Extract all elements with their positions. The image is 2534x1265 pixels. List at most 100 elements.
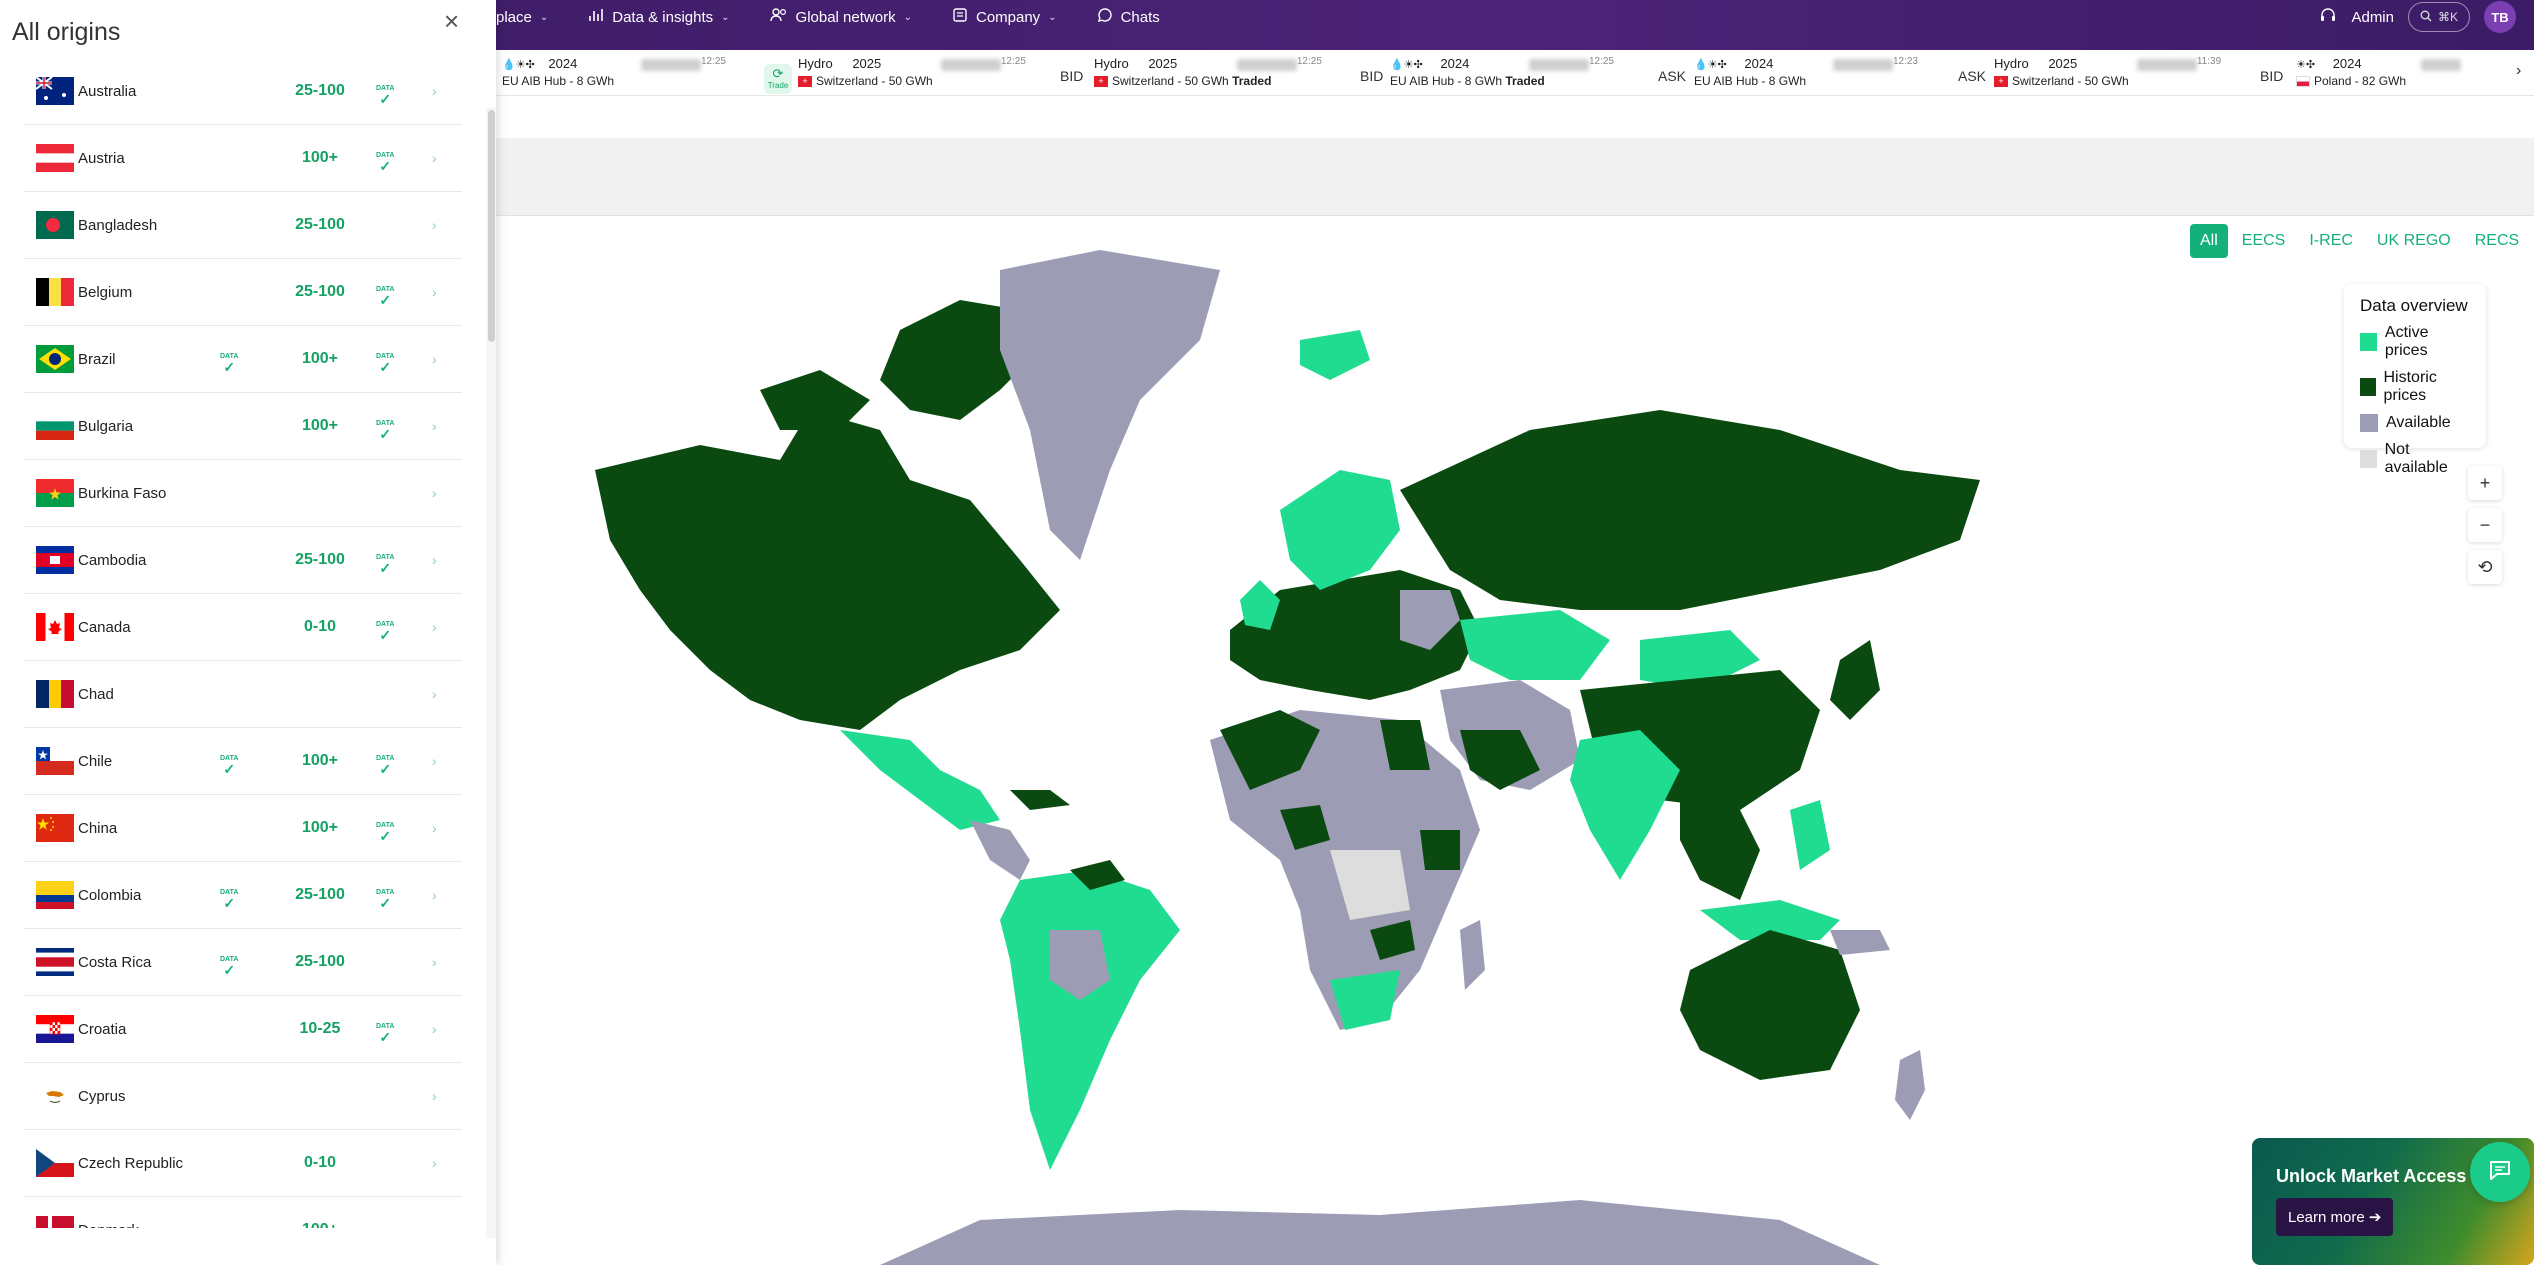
ticker-market: Poland - 82 GWh [2314,74,2407,88]
panel-title: All origins [12,18,121,46]
country-row[interactable]: Colombia DATA ✓ 25-100 DATA ✓ › [24,862,462,929]
filter-recs[interactable]: RECS [2465,224,2529,258]
map-legend: Data overview Active prices Historic pri… [2344,284,2486,476]
map-region-papua [1830,930,1890,955]
country-row[interactable]: China 100+ DATA ✓ › [24,795,462,862]
chevron-right-icon: › [432,351,437,367]
ticker-item[interactable]: BID Hydro 2025 12:25 + Switzerland - 50 G… [1060,56,1322,88]
country-row[interactable]: Chile DATA ✓ 100+ DATA ✓ › [24,728,462,795]
country-row[interactable]: Brazil DATA ✓ 100+ DATA ✓ › [24,326,462,393]
ticker-market: EU AIB Hub - 8 GWh [502,74,615,88]
country-row[interactable]: Czech Republic 0-10 › [24,1130,462,1197]
zoom-in-button[interactable]: + [2468,466,2502,500]
volume-range: 0-10 [303,618,337,635]
volume-range: 100+ [301,350,339,367]
learn-more-button[interactable]: Learn more ➔ [2276,1198,2394,1236]
country-row[interactable]: Austria 100+ DATA ✓ › [24,125,462,192]
country-row[interactable]: Burkina Faso › [24,460,462,527]
nav-label: Chats [1120,8,1160,26]
chevron-right-icon: › [432,418,437,434]
volume-range: 25-100 [295,886,345,903]
checkmark-icon: ✓ [379,292,392,308]
chevron-right-icon: › [432,887,437,903]
data-badge: DATA ✓ [220,755,238,776]
country-row[interactable]: Costa Rica DATA ✓ 25-100 › [24,929,462,996]
search-icon [2420,10,2432,25]
nav-data-insights[interactable]: Data & insights ⌄ [588,7,730,27]
ticker-time: 12:25 [700,56,726,67]
country-row[interactable]: Cyprus › [24,1063,462,1130]
map-region-kenya [1420,830,1460,870]
nav-label: Global network [795,8,896,26]
country-row[interactable]: Canada 0-10 DATA ✓ › [24,594,462,661]
country-name: Austria [78,149,125,167]
country-name: Bangladesh [78,216,158,234]
country-name: Australia [78,82,137,100]
nav-marketplace[interactable]: place ⌄ [496,9,548,26]
chat-fab-button[interactable] [2470,1142,2530,1202]
nav-global-network[interactable]: Global network ⌄ [769,7,912,27]
nav-right: Admin ⌘K TB [2319,0,2516,34]
country-row[interactable]: Croatia 10-25 DATA ✓ › [24,996,462,1063]
ticker-item[interactable]: ASK 💧☀✣ 2024 12:23 EU AIB Hub - 8 GWh [1658,56,1918,88]
country-row[interactable]: Australia 25-100 DATA ✓ › [24,58,462,125]
ticker-year: 2025 [2048,56,2078,71]
country-name: Costa Rica [78,953,152,971]
filter-i-rec[interactable]: I-REC [2299,224,2363,258]
nav-company[interactable]: Company ⌄ [952,7,1057,27]
world-map[interactable] [580,230,2030,1265]
ticker-year: 2025 [852,56,882,71]
chevron-right-icon[interactable]: › [2516,62,2521,80]
scrollbar-thumb[interactable] [488,110,495,342]
volume-range: 100+ [301,819,339,836]
legend-swatch [2360,414,2378,432]
filter-uk-rego[interactable]: UK REGO [2367,224,2461,258]
filter-all[interactable]: All [2190,224,2228,258]
data-right: DATA ✓ [376,412,394,441]
map-region-mexico [840,730,1000,830]
chevron-right-icon: › [432,954,437,970]
checkmark-icon: ✓ [379,828,392,844]
data-right: DATA ✓ [376,814,394,844]
search-button[interactable]: ⌘K [2408,2,2470,32]
canada-flag-icon [36,613,74,641]
nav-chats[interactable]: Chats [1097,7,1160,27]
blurred-price [1236,58,1297,71]
volume-range: 25-100 [295,216,345,233]
country-row[interactable]: Belgium 25-100 DATA ✓ › [24,259,462,326]
chad-flag-icon [36,680,74,708]
cyprus-flag-icon [36,1082,74,1110]
chevron-down-icon: ⌄ [1048,11,1057,23]
ticker-year: 2024 [548,56,578,71]
filter-eecs[interactable]: EECS [2232,224,2296,258]
trade-ticker: 💧☀✣ 2024 12:25 EU AIB Hub - 8 GWh Hydro … [496,50,2534,96]
reset-zoom-button[interactable]: ⟲ [2468,550,2502,584]
country-row[interactable]: Cambodia 25-100 DATA ✓ › [24,527,462,594]
map-region-japan [1830,640,1880,720]
ticker-item[interactable]: BID ☀✣ 2024 Poland - 82 GWh [2260,56,2462,88]
admin-label[interactable]: Admin [2351,9,2394,26]
headset-icon[interactable] [2319,7,2337,27]
ticker-year: 2024 [1744,56,1774,71]
map-region-australia [1680,930,1860,1080]
ticker-item[interactable]: ASK Hydro 2025 11:39 + Switzerland - 50 G… [1958,56,2221,88]
ticker-time: 11:39 [2196,56,2222,67]
data-right: DATA ✓ [376,881,394,910]
data-badge: DATA ✓ [376,286,394,308]
country-row[interactable]: Chad › [24,661,462,728]
ticker-time: 12:25 [1000,56,1026,67]
checkmark-icon: ✓ [379,359,392,375]
country-name: Czech Republic [78,1154,184,1172]
avatar[interactable]: TB [2484,1,2516,33]
checkmark-icon: ✓ [223,359,236,375]
ticker-item[interactable]: BID 💧☀✣ 2024 12:25 EU AIB Hub - 8 GWh Tr… [1360,56,1614,88]
croatia-flag-icon [36,1015,74,1043]
country-row[interactable]: Bangladesh 25-100 › [24,192,462,259]
ticker-item[interactable]: 💧☀✣ 2024 12:25 EU AIB Hub - 8 GWh [502,56,726,88]
map-region-russia [1400,410,1980,610]
country-row[interactable]: Bulgaria 100+ DATA ✓ › [24,393,462,460]
country-row[interactable]: Denmark 100+ › [24,1197,462,1228]
ticker-item[interactable]: Hydro 2025 12:25 + Switzerland - 50 GWh [798,56,1026,88]
zoom-out-button[interactable]: − [2468,508,2502,542]
close-icon[interactable]: × [444,6,459,37]
